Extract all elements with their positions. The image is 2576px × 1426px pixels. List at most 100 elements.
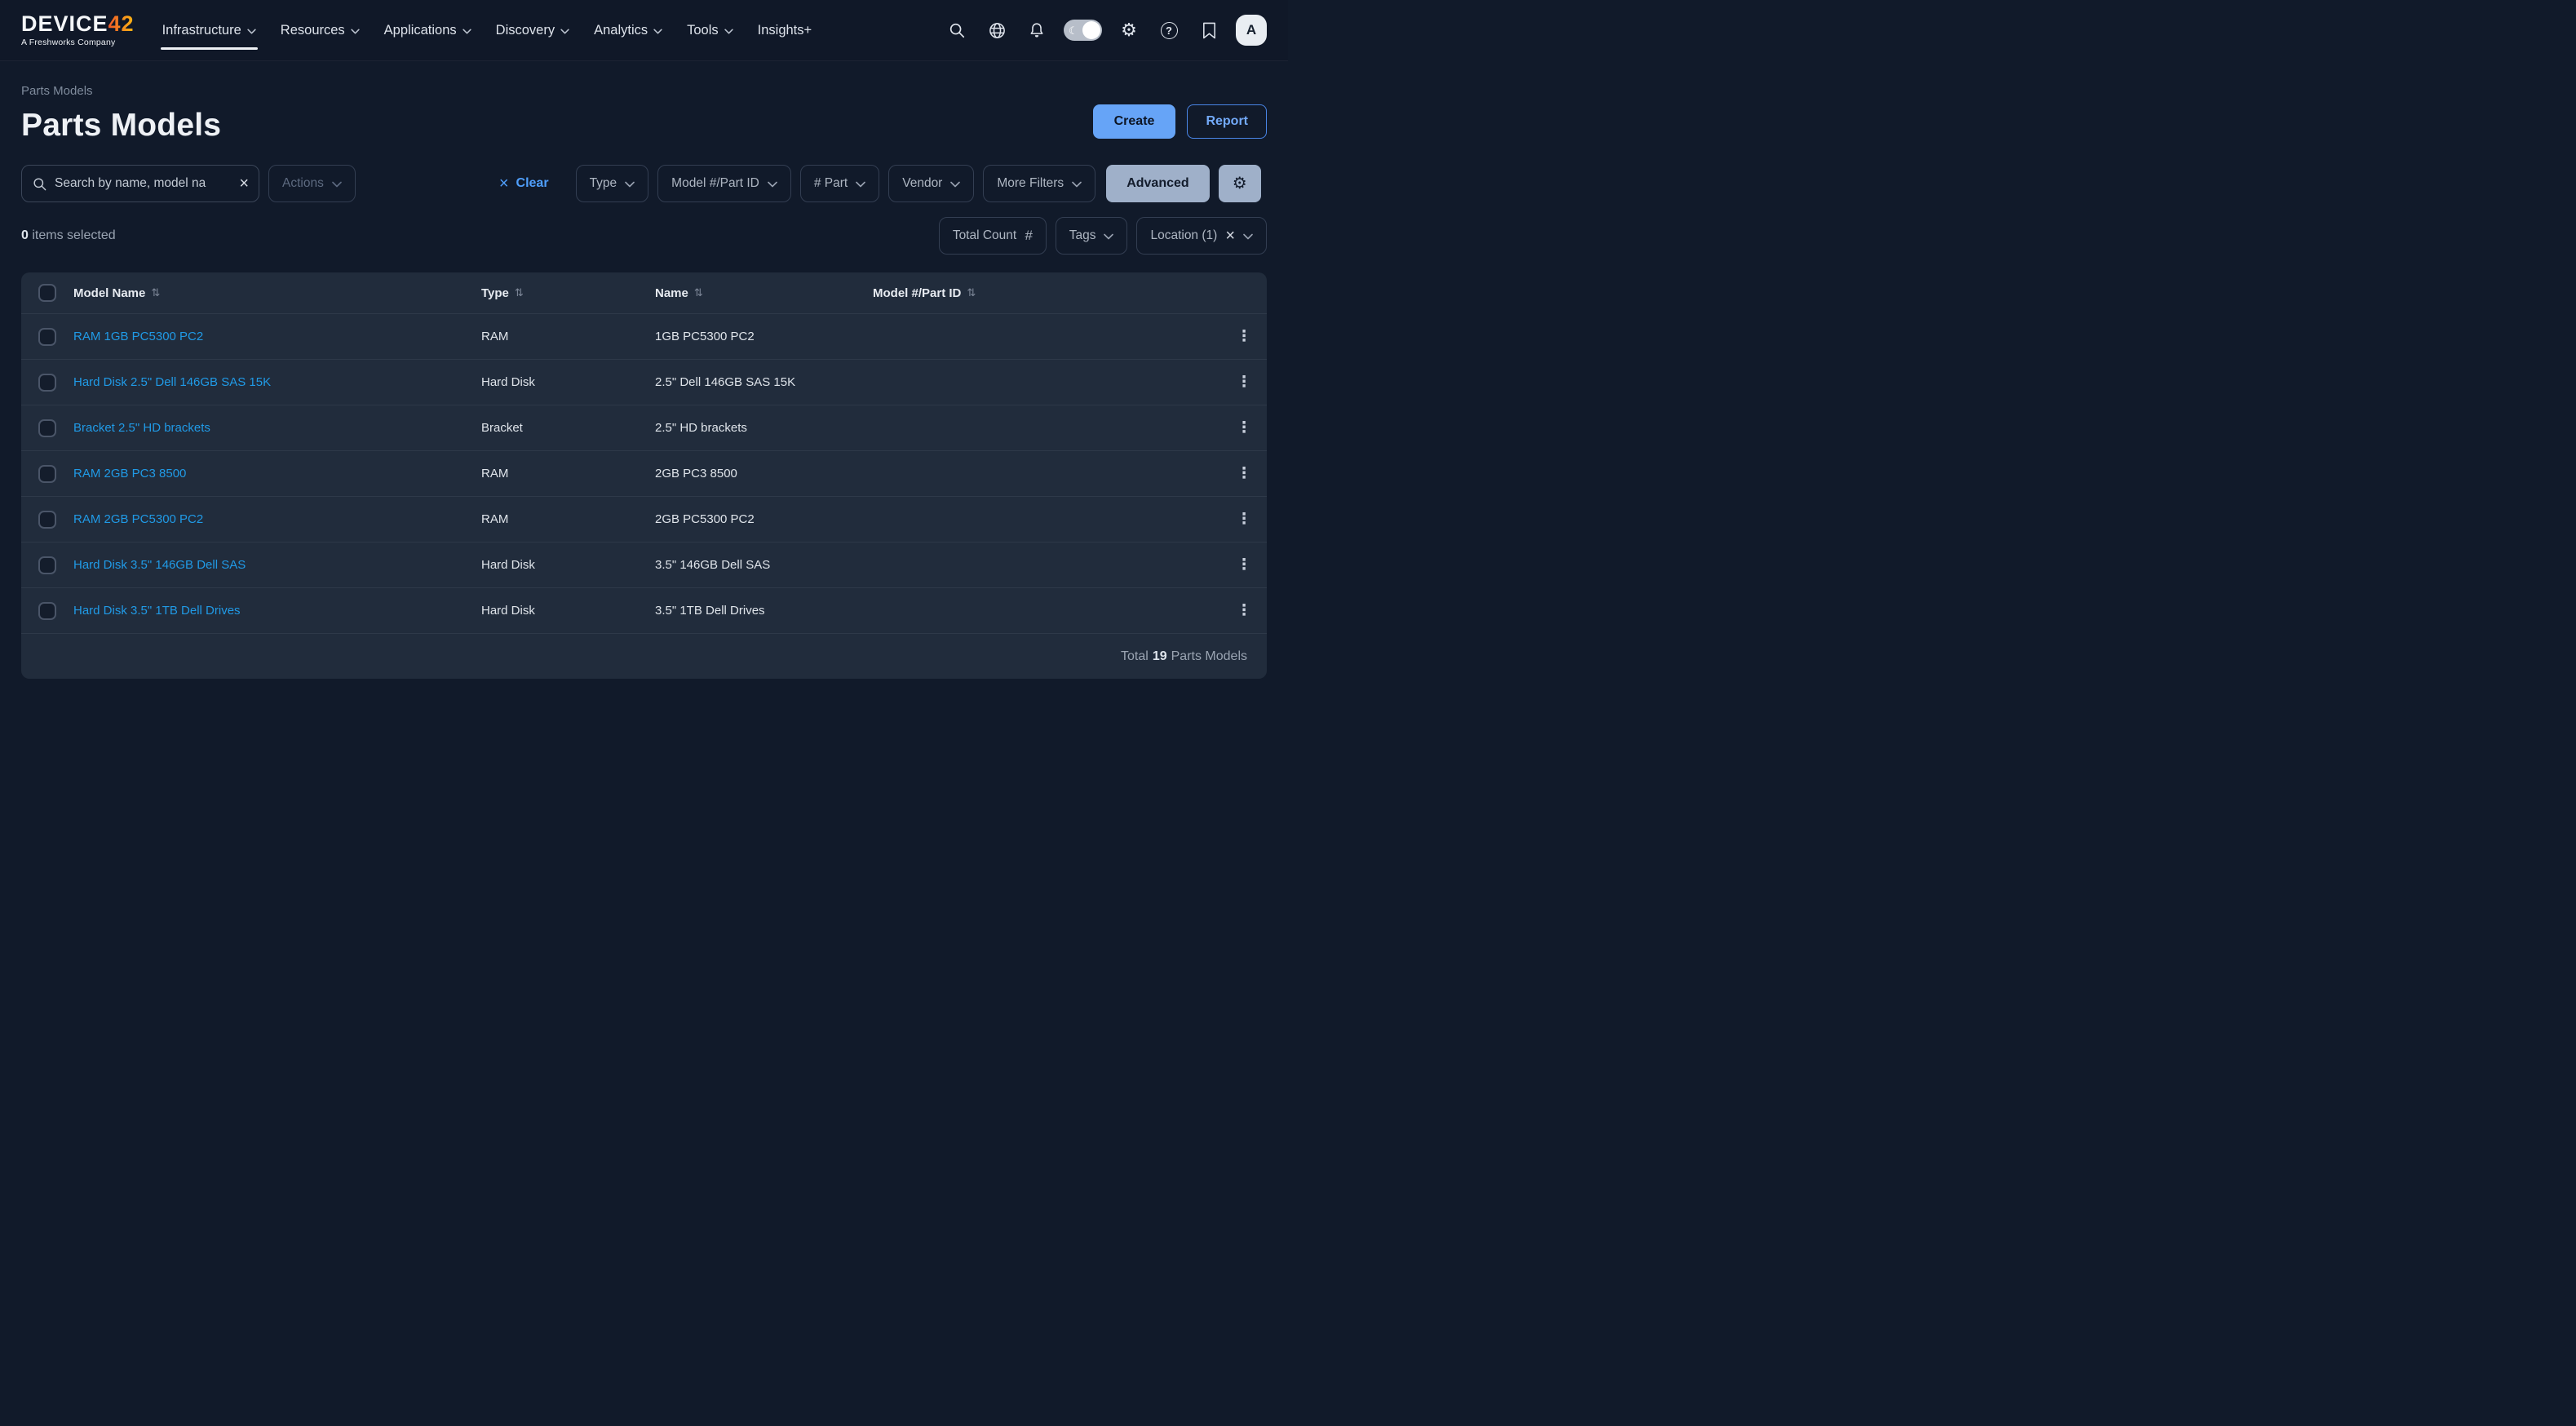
sort-icon: ⇅ bbox=[151, 286, 160, 299]
name-cell: 2.5" HD brackets bbox=[655, 421, 873, 435]
row-checkbox[interactable] bbox=[38, 465, 56, 483]
row-checkbox[interactable] bbox=[38, 556, 56, 574]
bell-icon[interactable] bbox=[1020, 14, 1053, 46]
name-cell: 3.5" 146GB Dell SAS bbox=[655, 558, 873, 572]
total-count-button[interactable]: Total Count # bbox=[939, 217, 1047, 255]
sort-icon: ⇅ bbox=[694, 286, 703, 299]
chevron-down-icon bbox=[653, 29, 662, 34]
advanced-button[interactable]: Advanced bbox=[1106, 165, 1209, 202]
nav-item-insights[interactable]: Insights+ bbox=[758, 23, 812, 38]
row-checkbox[interactable] bbox=[38, 602, 56, 620]
nav-item-analytics[interactable]: Analytics bbox=[594, 23, 662, 38]
actions-dropdown[interactable]: Actions bbox=[268, 165, 356, 202]
num-part-filter-dropdown[interactable]: # Part bbox=[800, 165, 879, 202]
help-icon[interactable]: ? bbox=[1153, 14, 1185, 46]
model-name-link[interactable]: Bracket 2.5" HD brackets bbox=[73, 421, 481, 435]
row-checkbox[interactable] bbox=[38, 419, 56, 437]
row-actions-kebab-icon[interactable]: ⋮ bbox=[1230, 371, 1259, 393]
selected-count: 0 bbox=[21, 228, 29, 242]
nav-item-tools[interactable]: Tools bbox=[687, 23, 733, 38]
items-selected-label: 0 items selected bbox=[21, 228, 116, 243]
chevron-down-icon bbox=[247, 29, 256, 34]
user-avatar[interactable]: A bbox=[1236, 15, 1267, 46]
chevron-down-icon bbox=[768, 181, 777, 188]
globe-icon[interactable] bbox=[980, 14, 1013, 46]
type-cell: Hard Disk bbox=[481, 604, 655, 618]
search-icon[interactable] bbox=[941, 14, 973, 46]
row-actions-kebab-icon[interactable]: ⋮ bbox=[1230, 508, 1259, 530]
page-title: Parts Models bbox=[21, 108, 221, 144]
name-cell: 2.5" Dell 146GB SAS 15K bbox=[655, 375, 873, 389]
chevron-down-icon bbox=[856, 181, 865, 188]
column-header-type[interactable]: Type ⇅ bbox=[481, 286, 655, 300]
bookmark-icon[interactable] bbox=[1193, 14, 1225, 46]
nav-utility-icons: ☾ ⚙ ? A bbox=[941, 14, 1267, 46]
type-filter-dropdown[interactable]: Type bbox=[576, 165, 649, 202]
chevron-down-icon bbox=[625, 181, 635, 188]
hash-icon: # bbox=[1025, 228, 1032, 244]
search-box[interactable]: × bbox=[21, 165, 259, 202]
filter-toolbar: × Actions × Clear Type Model #/Part ID #… bbox=[0, 144, 1288, 202]
filter-settings-button[interactable]: ⚙ bbox=[1219, 165, 1261, 202]
row-actions-kebab-icon[interactable]: ⋮ bbox=[1230, 463, 1259, 485]
type-cell: Hard Disk bbox=[481, 375, 655, 389]
nav-item-applications[interactable]: Applications bbox=[384, 23, 471, 38]
model-name-link[interactable]: RAM 2GB PC3 8500 bbox=[73, 467, 481, 480]
device42-logo[interactable]: DEVICE42 A Freshworks Company bbox=[21, 13, 135, 47]
clear-filters-button[interactable]: × Clear bbox=[499, 175, 549, 192]
column-header-model-name[interactable]: Model Name ⇅ bbox=[73, 286, 481, 300]
search-input[interactable] bbox=[55, 176, 232, 191]
column-header-name[interactable]: Name ⇅ bbox=[655, 286, 873, 300]
model-name-link[interactable]: Hard Disk 2.5" Dell 146GB SAS 15K bbox=[73, 375, 481, 389]
selection-row: 0 items selected Total Count # Tags Loca… bbox=[0, 202, 1288, 255]
more-filters-dropdown[interactable]: More Filters bbox=[983, 165, 1095, 202]
vendor-filter-dropdown[interactable]: Vendor bbox=[888, 165, 974, 202]
total-suffix: Parts Models bbox=[1171, 649, 1247, 664]
chevron-down-icon bbox=[950, 181, 960, 188]
chevron-down-icon bbox=[1104, 233, 1113, 240]
model-name-link[interactable]: Hard Disk 3.5" 146GB Dell SAS bbox=[73, 558, 481, 572]
table-footer: Total 19 Parts Models bbox=[21, 633, 1267, 679]
table-row: Hard Disk 3.5" 1TB Dell Drives Hard Disk… bbox=[21, 587, 1267, 633]
row-actions-kebab-icon[interactable]: ⋮ bbox=[1230, 600, 1259, 622]
name-cell: 2GB PC3 8500 bbox=[655, 467, 873, 480]
report-button[interactable]: Report bbox=[1187, 104, 1267, 139]
model-part-id-filter-dropdown[interactable]: Model #/Part ID bbox=[657, 165, 791, 202]
clear-search-icon[interactable]: × bbox=[239, 175, 249, 192]
name-cell: 1GB PC5300 PC2 bbox=[655, 330, 873, 343]
model-name-link[interactable]: RAM 2GB PC5300 PC2 bbox=[73, 512, 481, 526]
type-cell: RAM bbox=[481, 467, 655, 480]
total-label: Total bbox=[1121, 649, 1149, 664]
select-all-checkbox[interactable] bbox=[38, 284, 56, 302]
parts-models-table: Model Name ⇅ Type ⇅ Name ⇅ Model #/Part … bbox=[21, 272, 1267, 679]
nav-item-resources[interactable]: Resources bbox=[281, 23, 360, 38]
row-checkbox[interactable] bbox=[38, 374, 56, 392]
name-cell: 2GB PC5300 PC2 bbox=[655, 512, 873, 526]
gear-icon[interactable]: ⚙ bbox=[1113, 14, 1145, 46]
logo-tagline: A Freshworks Company bbox=[21, 38, 135, 47]
logo-wordmark: DEVICE42 bbox=[21, 13, 135, 35]
main-menu: Infrastructure Resources Applications Di… bbox=[162, 23, 812, 38]
chevron-down-icon bbox=[724, 29, 733, 34]
create-button[interactable]: Create bbox=[1093, 104, 1176, 139]
gear-icon: ⚙ bbox=[1233, 175, 1247, 192]
tags-filter-dropdown[interactable]: Tags bbox=[1056, 217, 1128, 255]
location-filter-chip[interactable]: Location (1) × bbox=[1136, 217, 1267, 255]
row-checkbox[interactable] bbox=[38, 511, 56, 529]
row-actions-kebab-icon[interactable]: ⋮ bbox=[1230, 554, 1259, 576]
model-name-link[interactable]: Hard Disk 3.5" 1TB Dell Drives bbox=[73, 604, 481, 618]
nav-item-discovery[interactable]: Discovery bbox=[496, 23, 569, 38]
row-actions-kebab-icon[interactable]: ⋮ bbox=[1230, 417, 1259, 439]
model-name-link[interactable]: RAM 1GB PC5300 PC2 bbox=[73, 330, 481, 343]
row-checkbox[interactable] bbox=[38, 328, 56, 346]
theme-toggle[interactable]: ☾ bbox=[1064, 20, 1102, 41]
column-header-model-part-id[interactable]: Model #/Part ID ⇅ bbox=[873, 286, 1221, 300]
nav-item-infrastructure[interactable]: Infrastructure bbox=[162, 23, 256, 38]
breadcrumb[interactable]: Parts Models bbox=[21, 84, 221, 98]
type-cell: Hard Disk bbox=[481, 558, 655, 572]
chevron-down-icon bbox=[351, 29, 360, 34]
row-actions-kebab-icon[interactable]: ⋮ bbox=[1230, 326, 1259, 348]
sort-icon: ⇅ bbox=[967, 286, 976, 299]
remove-location-filter-icon[interactable]: × bbox=[1225, 228, 1235, 244]
table-row: Hard Disk 2.5" Dell 146GB SAS 15K Hard D… bbox=[21, 359, 1267, 405]
